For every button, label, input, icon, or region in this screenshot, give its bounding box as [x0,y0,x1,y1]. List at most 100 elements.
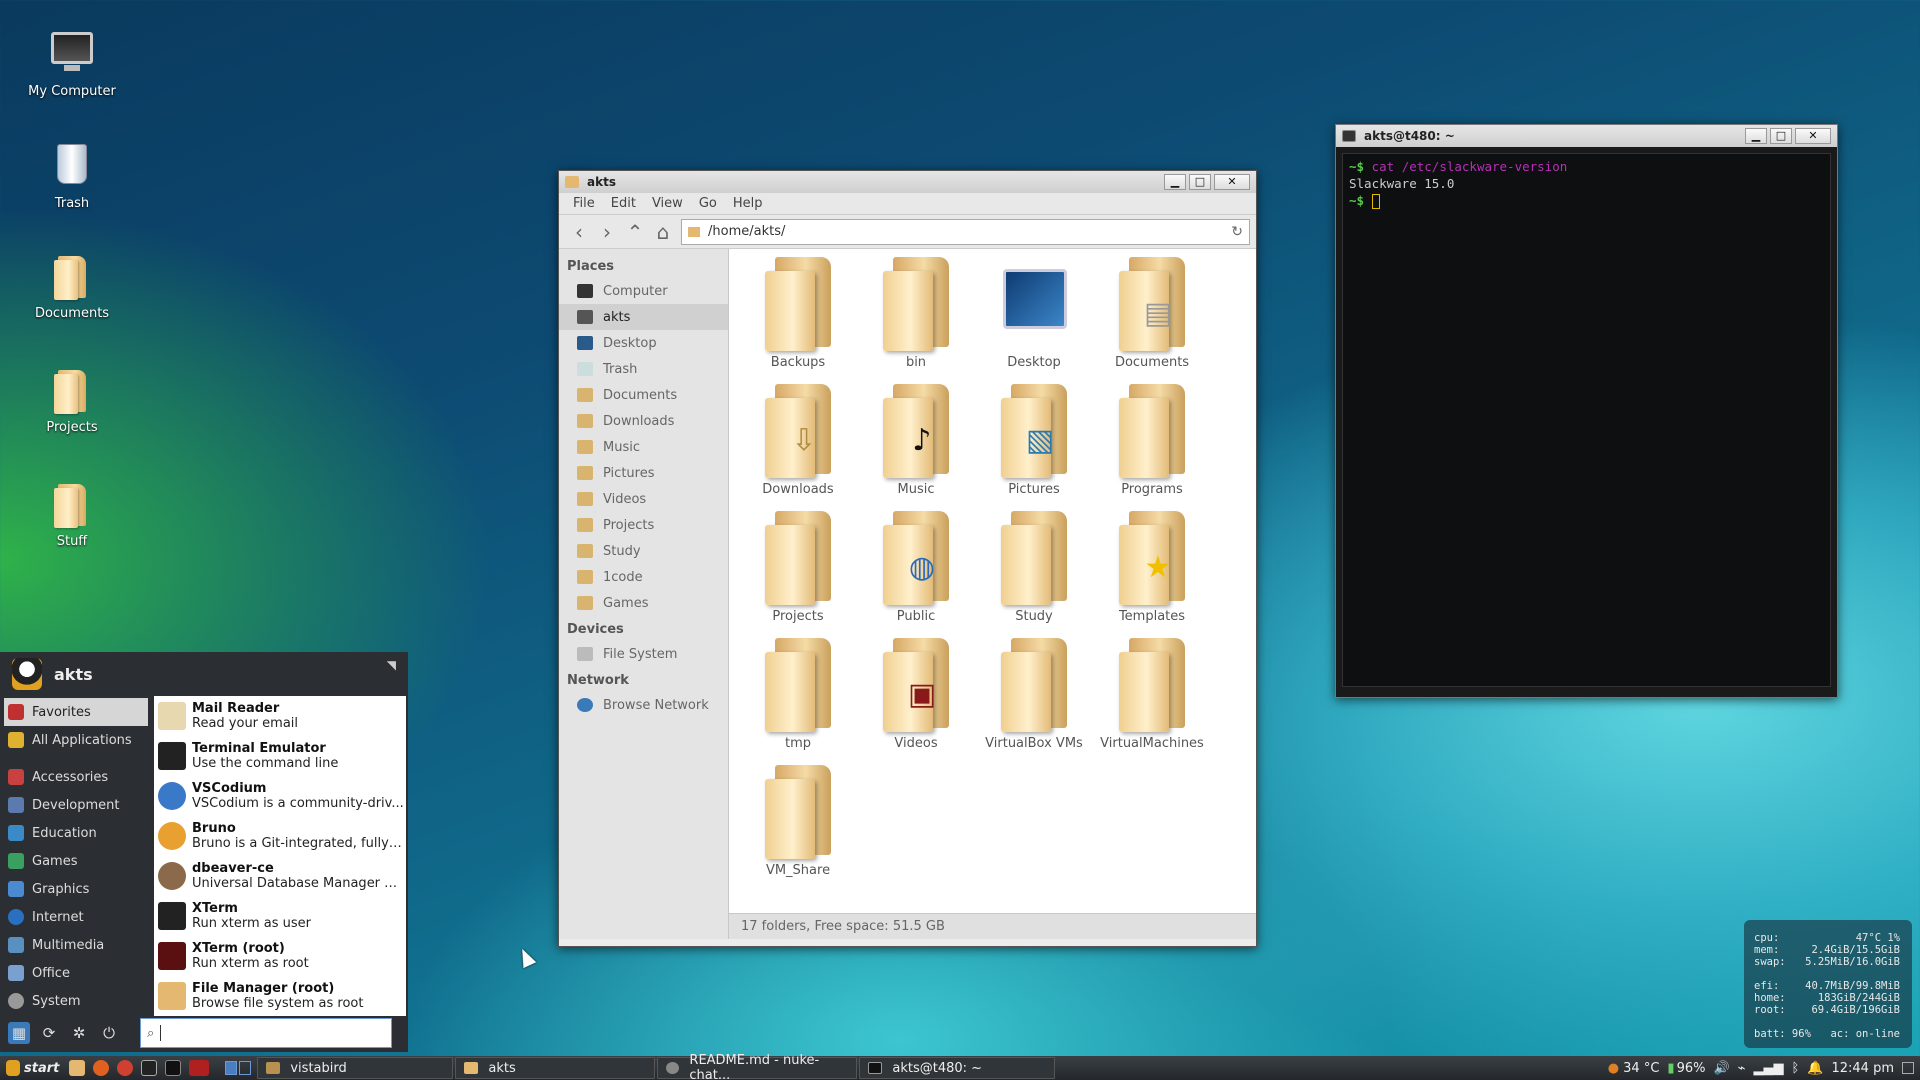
chrome-launcher-icon[interactable] [117,1060,134,1076]
category-development[interactable]: Development [0,791,152,819]
folder-item-public[interactable]: ◍ Public [857,511,975,638]
volume-icon[interactable]: 🔊 [1713,1061,1729,1076]
folder-item-backups[interactable]: Backups [739,257,857,384]
refresh-icon[interactable]: ⟳ [38,1022,60,1044]
folder-item-tmp[interactable]: tmp [739,638,857,765]
folder-item-desktop[interactable]: Desktop [975,257,1093,384]
forward-button[interactable]: › [593,219,621,245]
screenshot-launcher-icon[interactable] [141,1060,158,1076]
menu-view[interactable]: View [652,196,683,211]
folder-item-documents[interactable]: ▤ Documents [1093,257,1211,384]
clock[interactable]: 12:44 pm [1831,1061,1894,1076]
task-vistabird[interactable]: vistabird [257,1057,454,1079]
sidebar-item-file-system[interactable]: File System [559,641,728,667]
folder-item-study[interactable]: Study [975,511,1093,638]
menu-help[interactable]: Help [733,196,763,211]
folder-item-vm-share[interactable]: VM_Share [739,765,857,892]
app-vscodium[interactable]: VSCodium VSCodium is a community-driv... [154,776,406,816]
show-desktop-icon[interactable] [1902,1062,1914,1074]
location-bar[interactable]: /home/akts/ ↻ [681,218,1250,245]
minimize-button[interactable]: ▁ [1745,128,1767,144]
folder-item-virtualmachines[interactable]: VirtualMachines [1093,638,1211,765]
clipboard-icon[interactable]: ⌁ [1738,1061,1746,1076]
menu-file[interactable]: File [573,196,595,211]
folder-item-virtualbox-vms[interactable]: VirtualBox VMs [975,638,1093,765]
sidebar-item-1code[interactable]: 1code [559,564,728,590]
up-button[interactable]: ⌃ [621,219,649,245]
task-akts[interactable]: akts [455,1057,656,1079]
folder-item-projects[interactable]: Projects [739,511,857,638]
workspace-2[interactable] [239,1061,252,1075]
app-dbeaver-ce[interactable]: dbeaver-ce Universal Database Manager a..… [154,856,406,896]
search-input[interactable]: ⌕ [140,1018,392,1048]
category-games[interactable]: Games [0,847,152,875]
sidebar-item-akts[interactable]: akts [559,304,728,330]
workspace-switcher[interactable] [225,1061,253,1075]
sidebar-item-pictures[interactable]: Pictures [559,460,728,486]
category-internet[interactable]: Internet [0,903,152,931]
close-button[interactable]: ✕ [1795,128,1831,144]
sidebar-item-downloads[interactable]: Downloads [559,408,728,434]
category-office[interactable]: Office [0,959,152,987]
folder-item-pictures[interactable]: ▧ Pictures [975,384,1093,511]
task-readme[interactable]: README.md - nuke-chat... [657,1053,858,1080]
category-all-applications[interactable]: All Applications [0,726,152,754]
sidebar-item-videos[interactable]: Videos [559,486,728,512]
desktop-icon-my-computer[interactable]: My Computer [12,26,132,99]
sidebar-item-documents[interactable]: Documents [559,382,728,408]
app-bruno[interactable]: Bruno Bruno is a Git-integrated, fully ..… [154,816,406,856]
category-accessories[interactable]: Accessories [0,763,152,791]
app-terminal-emulator[interactable]: Terminal Emulator Use the command line [154,736,406,776]
minimize-button[interactable]: ▁ [1164,174,1186,190]
terminal-launcher-icon[interactable] [165,1060,182,1076]
close-button[interactable]: ✕ [1214,174,1250,190]
settings-manager-icon[interactable]: ▦ [8,1022,30,1044]
menu-go[interactable]: Go [699,196,717,211]
folder-item-programs[interactable]: Programs [1093,384,1211,511]
app-file-manager-root[interactable]: File Manager (root) Browse file system as… [154,976,406,1016]
window-titlebar[interactable]: akts ▁ □ ✕ [559,171,1256,193]
sidebar-item-desktop[interactable]: Desktop [559,330,728,356]
app-mail-reader[interactable]: Mail Reader Read your email [154,696,406,736]
back-button[interactable]: ‹ [565,219,593,245]
sidebar-item-computer[interactable]: Computer [559,278,728,304]
sidebar-item-browse-network[interactable]: Browse Network [559,692,728,718]
maximize-button[interactable]: □ [1189,174,1211,190]
resize-corner-icon[interactable]: ◥ [387,658,396,672]
notification-bell-icon[interactable]: 🔔 [1807,1061,1823,1076]
network-signal-icon[interactable]: ▂▄▆ [1753,1061,1783,1076]
reload-icon[interactable]: ↻ [1231,224,1243,240]
folder-item-templates[interactable]: ★ Templates [1093,511,1211,638]
home-button[interactable]: ⌂ [649,219,677,245]
bluetooth-icon[interactable]: ᛒ [1791,1061,1799,1076]
desktop-icon-documents[interactable]: Documents [12,254,132,321]
desktop-icon-trash[interactable]: Trash [12,140,132,211]
folder-item-bin[interactable]: bin [857,257,975,384]
category-favorites[interactable]: Favorites [4,698,148,726]
power-icon[interactable]: ⏻ [98,1022,120,1044]
sidebar-item-study[interactable]: Study [559,538,728,564]
firefox-launcher-icon[interactable] [93,1060,110,1076]
app-xterm-root[interactable]: XTerm (root) Run xterm as root [154,936,406,976]
folder-item-music[interactable]: ♪ Music [857,384,975,511]
maximize-button[interactable]: □ [1770,128,1792,144]
desktop-icon-projects[interactable]: Projects [12,368,132,435]
category-graphics[interactable]: Graphics [0,875,152,903]
window-titlebar[interactable]: akts@t480: ~ ▁ □ ✕ [1336,125,1837,147]
battery-value[interactable]: 96% [1677,1061,1706,1076]
vmware-launcher-icon[interactable] [189,1060,210,1076]
sidebar-item-projects[interactable]: Projects [559,512,728,538]
folder-item-downloads[interactable]: ⇩ Downloads [739,384,857,511]
task-terminal[interactable]: akts@t480: ~ [859,1057,1056,1079]
sidebar-item-music[interactable]: Music [559,434,728,460]
category-education[interactable]: Education [0,819,152,847]
start-button[interactable]: start [0,1060,65,1076]
file-manager-launcher-icon[interactable] [69,1060,86,1076]
menu-edit[interactable]: Edit [611,196,636,211]
sidebar-item-trash[interactable]: Trash [559,356,728,382]
battery-icon[interactable]: ▮ [1667,1061,1674,1076]
category-multimedia[interactable]: Multimedia [0,931,152,959]
gear-icon[interactable]: ✲ [68,1022,90,1044]
folder-item-videos[interactable]: ▣ Videos [857,638,975,765]
category-system[interactable]: System [0,987,152,1015]
